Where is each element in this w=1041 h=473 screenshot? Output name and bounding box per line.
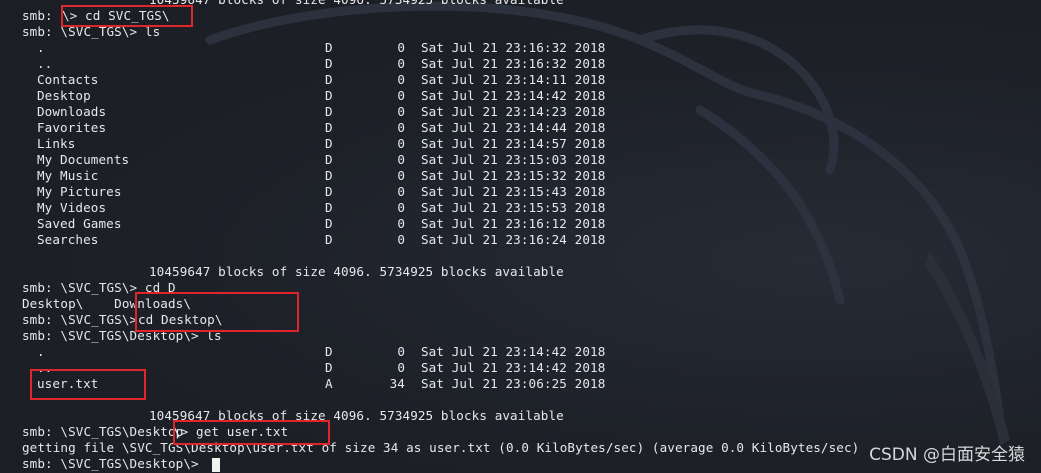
terminal-line: Links D 0 Sat Jul 21 23:14:57 2018 bbox=[0, 136, 1041, 152]
listing-attr: D bbox=[325, 168, 333, 183]
listing-name: Saved Games bbox=[37, 216, 122, 231]
terminal-line: Desktop D 0 Sat Jul 21 23:14:42 2018 bbox=[0, 88, 1041, 104]
listing-name: My Documents bbox=[37, 152, 130, 167]
listing-attr: D bbox=[325, 216, 333, 231]
listing-size: 0 bbox=[397, 232, 405, 247]
listing-size: 0 bbox=[397, 104, 405, 119]
listing-attr: D bbox=[325, 360, 333, 375]
listing-date: Sat Jul 21 23:16:32 2018 bbox=[421, 40, 606, 55]
listing-attr: D bbox=[325, 152, 333, 167]
listing-attr: D bbox=[325, 232, 333, 247]
listing-date: Sat Jul 21 23:14:44 2018 bbox=[421, 120, 606, 135]
listing-name: My Pictures bbox=[37, 184, 122, 199]
listing-attr: D bbox=[325, 136, 333, 151]
listing-attr: A bbox=[325, 376, 333, 391]
blocks-available-1-text: 10459647 blocks of size 4096. 5734925 bl… bbox=[149, 264, 564, 279]
terminal-line: Searches D 0 Sat Jul 21 23:16:24 2018 bbox=[0, 232, 1041, 248]
listing-name: My Music bbox=[37, 168, 99, 183]
listing-size: 0 bbox=[397, 136, 405, 151]
listing-date: Sat Jul 21 23:14:42 2018 bbox=[421, 344, 606, 359]
terminal-line: My Pictures D 0 Sat Jul 21 23:15:43 2018 bbox=[0, 184, 1041, 200]
listing-attr: D bbox=[325, 40, 333, 55]
highlight-cd-svc-tgs bbox=[61, 5, 193, 27]
highlight-get-user-txt bbox=[173, 420, 330, 445]
listing-date: Sat Jul 21 23:06:25 2018 bbox=[421, 376, 606, 391]
listing-attr: D bbox=[325, 344, 333, 359]
listing-attr: D bbox=[325, 88, 333, 103]
listing-date: Sat Jul 21 23:14:42 2018 bbox=[421, 360, 606, 375]
terminal-line: . D 0 Sat Jul 21 23:16:32 2018 bbox=[0, 40, 1041, 56]
listing-size: 0 bbox=[397, 184, 405, 199]
terminal-line: Saved Games D 0 Sat Jul 21 23:16:12 2018 bbox=[0, 216, 1041, 232]
listing-date: Sat Jul 21 23:14:57 2018 bbox=[421, 136, 606, 151]
listing-name: . bbox=[37, 344, 45, 359]
listing-name: .. bbox=[37, 56, 53, 71]
listing-size: 0 bbox=[397, 168, 405, 183]
listing-date: Sat Jul 21 23:16:12 2018 bbox=[421, 216, 606, 231]
listing-name: Searches bbox=[37, 232, 99, 247]
terminal-line: My Videos D 0 Sat Jul 21 23:15:53 2018 bbox=[0, 200, 1041, 216]
listing-size: 0 bbox=[397, 216, 405, 231]
terminal-line: 10459647 blocks of size 4096. 5734925 bl… bbox=[0, 408, 1041, 424]
listing-date: Sat Jul 21 23:14:42 2018 bbox=[421, 88, 606, 103]
highlight-user-txt bbox=[30, 369, 146, 400]
listing-name: My Videos bbox=[37, 200, 107, 215]
listing-size: 0 bbox=[397, 72, 405, 87]
listing-date: Sat Jul 21 23:15:43 2018 bbox=[421, 184, 606, 199]
listing-size: 0 bbox=[397, 120, 405, 135]
listing-name: . bbox=[37, 40, 45, 55]
listing-attr: D bbox=[325, 120, 333, 135]
listing-date: Sat Jul 21 23:14:11 2018 bbox=[421, 72, 606, 87]
terminal-window[interactable]: 10459647 blocks of size 4096. 5734925 bl… bbox=[0, 0, 1041, 473]
listing-size: 0 bbox=[397, 40, 405, 55]
listing-attr: D bbox=[325, 200, 333, 215]
terminal-line: Favorites D 0 Sat Jul 21 23:14:44 2018 bbox=[0, 120, 1041, 136]
listing-size: 0 bbox=[397, 360, 405, 375]
listing-size: 0 bbox=[397, 56, 405, 71]
terminal-cursor bbox=[212, 458, 220, 472]
terminal-line: My Documents D 0 Sat Jul 21 23:15:03 2018 bbox=[0, 152, 1041, 168]
listing-name: Links bbox=[37, 136, 76, 151]
terminal-line: My Music D 0 Sat Jul 21 23:15:32 2018 bbox=[0, 168, 1041, 184]
cmd-cd-desktop-prompt: smb: \SVC_TGS\> bbox=[22, 312, 145, 327]
listing-date: Sat Jul 21 23:15:32 2018 bbox=[421, 168, 606, 183]
terminal-line: Contacts D 0 Sat Jul 21 23:14:11 2018 bbox=[0, 72, 1041, 88]
terminal-line: user.txt A 34 Sat Jul 21 23:06:25 2018 bbox=[0, 376, 1041, 392]
listing-date: Sat Jul 21 23:15:53 2018 bbox=[421, 200, 606, 215]
listing-attr: D bbox=[325, 104, 333, 119]
terminal-line: .. D 0 Sat Jul 21 23:16:32 2018 bbox=[0, 56, 1041, 72]
terminal-line: 10459647 blocks of size 4096. 5734925 bl… bbox=[0, 264, 1041, 280]
listing-date: Sat Jul 21 23:14:23 2018 bbox=[421, 104, 606, 119]
listing-size: 0 bbox=[397, 88, 405, 103]
final-prompt-text: smb: \SVC_TGS\Desktop\> bbox=[22, 456, 207, 471]
listing-date: Sat Jul 21 23:16:24 2018 bbox=[421, 232, 606, 247]
listing-attr: D bbox=[325, 56, 333, 71]
listing-size: 34 bbox=[389, 376, 405, 391]
terminal-line: .. D 0 Sat Jul 21 23:14:42 2018 bbox=[0, 360, 1041, 376]
cmd-get-user-txt-prompt: smb: \SVC_TGS\Desktop bbox=[22, 424, 184, 439]
terminal-line: smb: \SVC_TGS\Desktop \> get user.txt bbox=[0, 424, 1041, 440]
listing-size: 0 bbox=[397, 200, 405, 215]
listing-name: Favorites bbox=[37, 120, 107, 135]
listing-size: 0 bbox=[397, 152, 405, 167]
listing-date: Sat Jul 21 23:16:32 2018 bbox=[421, 56, 606, 71]
listing-date: Sat Jul 21 23:15:03 2018 bbox=[421, 152, 606, 167]
csdn-watermark: CSDN @白面安全猿 bbox=[869, 445, 1025, 465]
listing-attr: D bbox=[325, 184, 333, 199]
listing-attr: D bbox=[325, 72, 333, 87]
blocks-partial-text: 10459647 blocks of size 4096. 5734925 bl… bbox=[149, 0, 564, 8]
get-output-text: getting file \SVC_TGS\Desktop\user.txt o… bbox=[22, 440, 860, 455]
listing-name: Desktop bbox=[37, 88, 91, 103]
terminal-line: . D 0 Sat Jul 21 23:14:42 2018 bbox=[0, 344, 1041, 360]
listing-name: Contacts bbox=[37, 72, 99, 87]
listing-size: 0 bbox=[397, 344, 405, 359]
highlight-tab-completion bbox=[135, 292, 299, 332]
cmd-cd-svc-tgs-prompt: smb: bbox=[22, 8, 61, 23]
listing-name: Downloads bbox=[37, 104, 107, 119]
terminal-line: Downloads D 0 Sat Jul 21 23:14:23 2018 bbox=[0, 104, 1041, 120]
